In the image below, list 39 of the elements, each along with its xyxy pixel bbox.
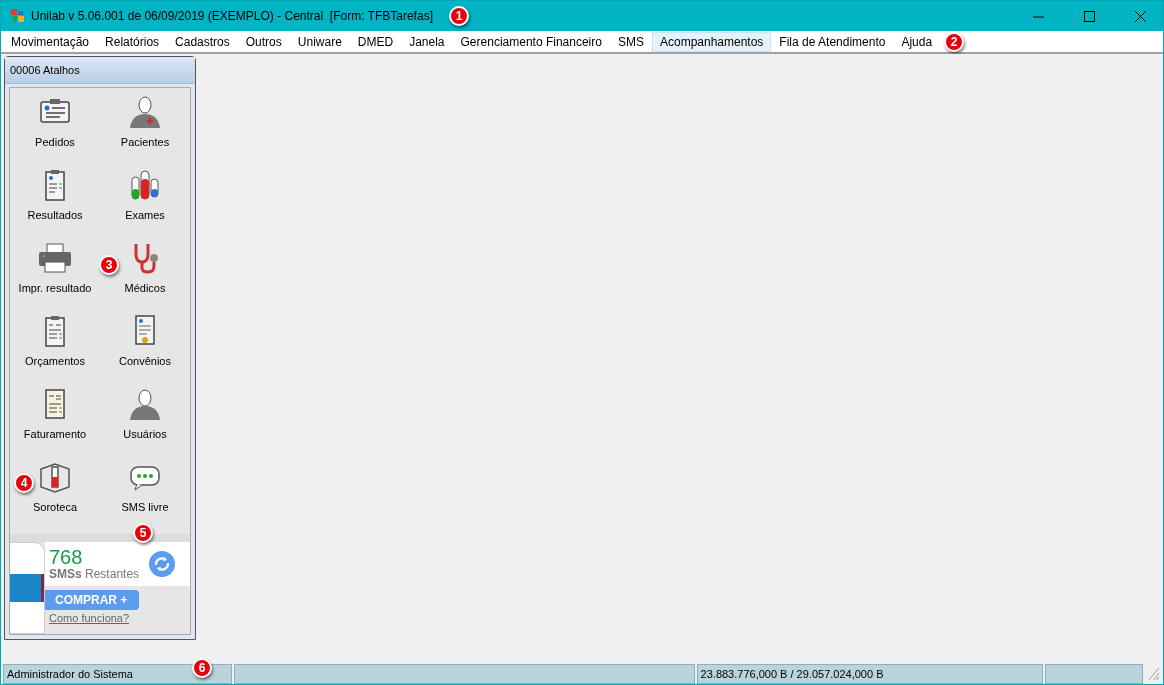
patient-person-icon (127, 94, 163, 130)
shortcut-tile[interactable]: Pedidos (35, 94, 75, 148)
sms-caption: SMSs Restantes (49, 567, 140, 581)
user-silhouette-icon (127, 386, 163, 422)
printer-icon (37, 240, 73, 276)
menu-item[interactable]: Ajuda (893, 31, 941, 52)
refresh-icon[interactable] (149, 551, 176, 577)
shortcut-tile[interactable]: SMS livre (121, 459, 169, 513)
callout-marker: 2 (944, 31, 965, 52)
menu-item[interactable]: Outros (237, 31, 290, 52)
shortcut-tile[interactable]: Exames (125, 167, 165, 221)
app-logo-icon (11, 9, 25, 23)
shortcut-tile[interactable]: Médicos (124, 240, 166, 294)
shortcut-tile[interactable]: Faturamento (23, 386, 87, 440)
shortcut-tile[interactable]: Impr. resultado (18, 240, 92, 294)
shortcut-tile[interactable]: Orçamentos (25, 313, 85, 367)
close-icon (1135, 10, 1146, 22)
shortcut-tile[interactable]: Convênios (119, 313, 171, 367)
shortcut-tile[interactable]: Pacientes (120, 94, 170, 148)
menu-item[interactable]: Janela (401, 31, 453, 52)
window-title: Unilab v 5.06.001 de 06/09/2019 (EXEMPLO) - Central [Form: TFBTarefas] (31, 9, 433, 23)
shortcut-tile[interactable]: Resultados (27, 167, 83, 221)
menu-item[interactable]: Fila de Atendimento (771, 31, 894, 52)
menu-item[interactable]: Uniware (289, 31, 350, 52)
sms-count: 768 (49, 547, 84, 567)
menu-item[interactable]: SMS (609, 31, 652, 52)
menu-item[interactable]: Movimentação (3, 31, 98, 52)
shortcut-tile[interactable]: Soroteca (33, 459, 77, 513)
menu-item[interactable]: Gerenciamento Financeiro (452, 31, 610, 52)
panel-title: 00006 Atalhos (5, 57, 195, 84)
shortcut-tile[interactable]: Usuários (123, 386, 167, 440)
menu-item[interactable]: Cadastros (167, 31, 238, 52)
menu-item[interactable]: Acompanhamentos (651, 31, 772, 52)
status-panel: 23.883.776,000 B / 29.057.024,000 B (696, 664, 1044, 684)
callout-marker: 1 (448, 6, 469, 26)
menu-item[interactable]: DMED (349, 31, 402, 52)
maximize-icon (1084, 10, 1095, 22)
help-link[interactable]: Como funciona? (49, 612, 190, 624)
menu-item[interactable]: Relatórios (97, 31, 168, 52)
